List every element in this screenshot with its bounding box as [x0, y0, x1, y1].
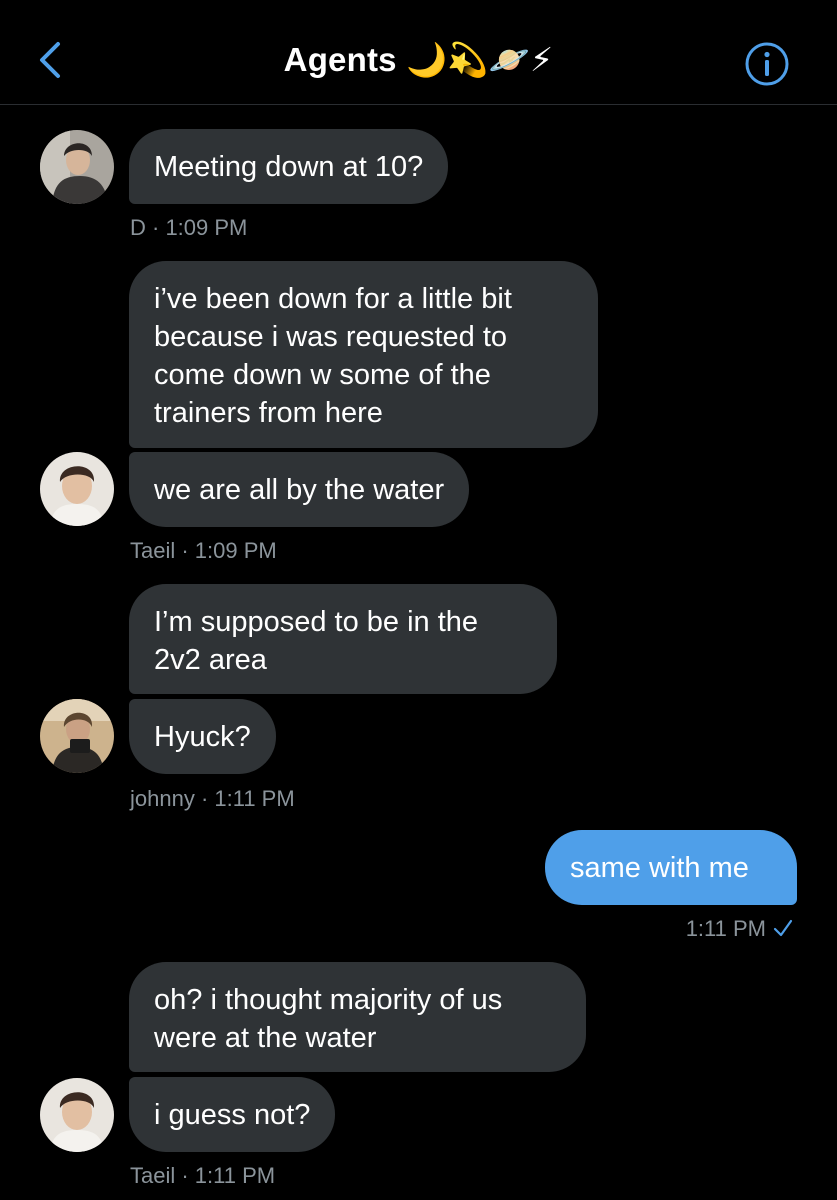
message-bubble[interactable]: Meeting down at 10? — [129, 129, 449, 204]
message-text-line: were at the water — [154, 1022, 377, 1054]
message-meta: D · 1:09 PM — [130, 215, 248, 240]
message-time: 1:11 PM — [685, 916, 766, 941]
sent-message-bubble[interactable]: same with me — [545, 830, 797, 905]
message-bubble[interactable]: oh? i thought majority of us were at the… — [129, 962, 586, 1072]
message-text-line: 2v2 area — [154, 644, 267, 676]
avatar[interactable] — [40, 130, 114, 204]
message-text: i guess not? — [154, 1099, 311, 1131]
message-text: we are all by the water — [154, 474, 445, 506]
message-text-line: because i was requested to — [154, 321, 508, 353]
conversation-title[interactable]: Agents 🌙💫🪐⚡ — [0, 40, 837, 80]
avatar-photo — [40, 452, 114, 526]
info-button[interactable] — [744, 41, 790, 87]
avatar[interactable] — [40, 452, 114, 526]
message-bubble[interactable]: i’ve been down for a little bit because … — [129, 261, 598, 448]
message-meta: 1:11 PM — [686, 916, 794, 944]
message-meta: johnny · 1:11 PM — [130, 786, 295, 811]
message-text-line: come down w some of the — [154, 359, 491, 391]
message-bubble[interactable]: i guess not? — [129, 1077, 336, 1152]
conversation-header: Agents 🌙💫🪐⚡ — [0, 0, 837, 105]
avatar-photo — [40, 699, 114, 773]
title-emojis: 🌙💫🪐⚡ — [406, 41, 554, 78]
message-text-line: trainers from here — [154, 397, 383, 429]
seen-check-icon — [772, 918, 794, 944]
message-text-line: i’ve been down for a little bit — [154, 283, 512, 315]
avatar-photo — [40, 1078, 114, 1152]
message-bubble[interactable]: I’m supposed to be in the 2v2 area — [129, 584, 557, 694]
avatar-photo — [40, 130, 114, 204]
message-text-line: I’m supposed to be in the — [154, 606, 479, 638]
message-meta: Taeil · 1:11 PM — [130, 1163, 276, 1188]
message-meta: Taeil · 1:09 PM — [130, 538, 277, 563]
message-text: Hyuck? — [154, 721, 251, 753]
conversation-title-text: Agents — [283, 41, 397, 78]
avatar[interactable] — [40, 699, 114, 773]
message-bubble[interactable]: Hyuck? — [129, 699, 276, 774]
info-circle-icon — [745, 42, 789, 86]
message-text: same with me — [570, 852, 749, 884]
message-text: Meeting down at 10? — [154, 151, 424, 183]
avatar[interactable] — [40, 1078, 114, 1152]
message-text-line: oh? i thought majority of us — [154, 984, 503, 1016]
message-bubble[interactable]: we are all by the water — [129, 452, 470, 527]
